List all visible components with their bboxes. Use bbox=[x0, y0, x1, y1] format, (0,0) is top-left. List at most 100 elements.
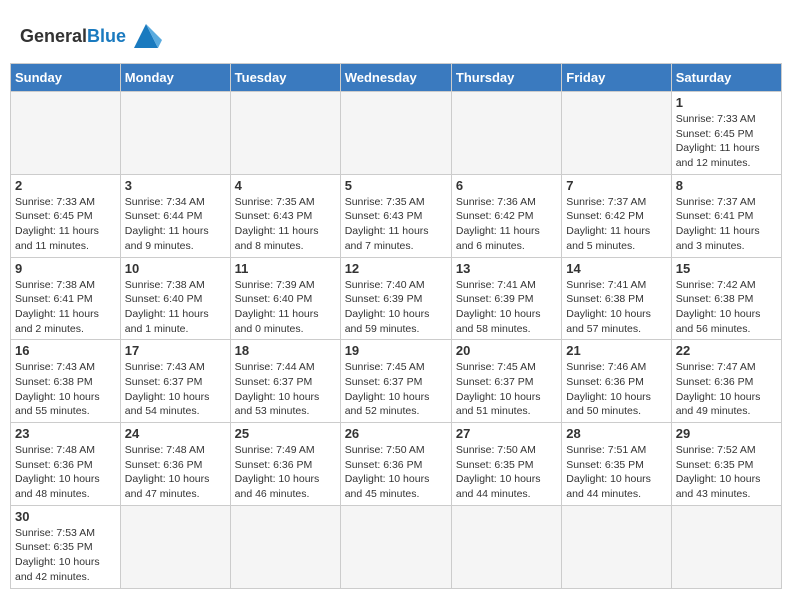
calendar-week-row: 9Sunrise: 7:38 AM Sunset: 6:41 PM Daylig… bbox=[11, 257, 782, 340]
calendar-day-cell: 29 Sunrise: 7:52 AM Sunset: 6:35 PM Dayli… bbox=[671, 423, 781, 506]
day-number: 28 bbox=[566, 426, 666, 441]
day-number: 6 bbox=[456, 178, 557, 193]
day-info: Sunrise: 7:52 AM Sunset: 6:35 PM Dayligh… bbox=[676, 443, 777, 502]
day-number: 23 bbox=[15, 426, 116, 441]
day-number: 10 bbox=[125, 261, 226, 276]
day-number: 4 bbox=[235, 178, 336, 193]
day-info: Sunrise: 7:53 AM Sunset: 6:35 PM Dayligh… bbox=[15, 526, 116, 585]
calendar-day-cell: 21 Sunrise: 7:46 AM Sunset: 6:36 PM Dayli… bbox=[562, 340, 671, 423]
day-info: Sunrise: 7:33 AM Sunset: 6:45 PM Dayligh… bbox=[676, 112, 777, 171]
calendar-day-cell: 20Sunrise: 7:45 AM Sunset: 6:37 PM Dayli… bbox=[451, 340, 561, 423]
weekday-header-friday: Friday bbox=[562, 64, 671, 92]
day-number: 7 bbox=[566, 178, 666, 193]
calendar-day-cell bbox=[120, 92, 230, 175]
day-number: 20 bbox=[456, 343, 557, 358]
calendar-day-cell: 1 Sunrise: 7:33 AM Sunset: 6:45 PM Daylig… bbox=[671, 92, 781, 175]
day-info: Sunrise: 7:47 AM Sunset: 6:36 PM Dayligh… bbox=[676, 360, 777, 419]
calendar-day-cell bbox=[451, 505, 561, 588]
day-info: Sunrise: 7:39 AM Sunset: 6:40 PM Dayligh… bbox=[235, 278, 336, 337]
day-number: 25 bbox=[235, 426, 336, 441]
day-info: Sunrise: 7:50 AM Sunset: 6:35 PM Dayligh… bbox=[456, 443, 557, 502]
logo-blue: Blue bbox=[87, 26, 126, 46]
calendar-day-cell: 24 Sunrise: 7:48 AM Sunset: 6:36 PM Dayli… bbox=[120, 423, 230, 506]
day-info: Sunrise: 7:46 AM Sunset: 6:36 PM Dayligh… bbox=[566, 360, 666, 419]
calendar-day-cell: 19 Sunrise: 7:45 AM Sunset: 6:37 PM Dayli… bbox=[340, 340, 451, 423]
calendar-day-cell: 12 Sunrise: 7:40 AM Sunset: 6:39 PM Dayli… bbox=[340, 257, 451, 340]
day-number: 29 bbox=[676, 426, 777, 441]
day-info: Sunrise: 7:51 AM Sunset: 6:35 PM Dayligh… bbox=[566, 443, 666, 502]
day-number: 12 bbox=[345, 261, 447, 276]
day-info: Sunrise: 7:50 AM Sunset: 6:36 PM Dayligh… bbox=[345, 443, 447, 502]
day-number: 5 bbox=[345, 178, 447, 193]
day-number: 19 bbox=[345, 343, 447, 358]
calendar-day-cell bbox=[11, 92, 121, 175]
weekday-header-sunday: Sunday bbox=[11, 64, 121, 92]
day-number: 16 bbox=[15, 343, 116, 358]
weekday-header-row: SundayMondayTuesdayWednesdayThursdayFrid… bbox=[11, 64, 782, 92]
day-info: Sunrise: 7:48 AM Sunset: 6:36 PM Dayligh… bbox=[15, 443, 116, 502]
weekday-header-wednesday: Wednesday bbox=[340, 64, 451, 92]
calendar-week-row: 2 Sunrise: 7:33 AM Sunset: 6:45 PM Daylig… bbox=[11, 174, 782, 257]
day-number: 21 bbox=[566, 343, 666, 358]
calendar-week-row: 23 Sunrise: 7:48 AM Sunset: 6:36 PM Dayli… bbox=[11, 423, 782, 506]
day-info: Sunrise: 7:35 AM Sunset: 6:43 PM Dayligh… bbox=[235, 195, 336, 254]
day-number: 27 bbox=[456, 426, 557, 441]
calendar-day-cell: 5 Sunrise: 7:35 AM Sunset: 6:43 PM Daylig… bbox=[340, 174, 451, 257]
calendar-day-cell bbox=[562, 505, 671, 588]
day-number: 8 bbox=[676, 178, 777, 193]
day-info: Sunrise: 7:33 AM Sunset: 6:45 PM Dayligh… bbox=[15, 195, 116, 254]
weekday-header-saturday: Saturday bbox=[671, 64, 781, 92]
day-info: Sunrise: 7:49 AM Sunset: 6:36 PM Dayligh… bbox=[235, 443, 336, 502]
day-info: Sunrise: 7:45 AM Sunset: 6:37 PM Dayligh… bbox=[345, 360, 447, 419]
calendar-day-cell bbox=[340, 92, 451, 175]
calendar-day-cell: 10Sunrise: 7:38 AM Sunset: 6:40 PM Dayli… bbox=[120, 257, 230, 340]
day-info: Sunrise: 7:38 AM Sunset: 6:41 PM Dayligh… bbox=[15, 278, 116, 337]
day-info: Sunrise: 7:43 AM Sunset: 6:37 PM Dayligh… bbox=[125, 360, 226, 419]
calendar-day-cell bbox=[230, 92, 340, 175]
calendar-day-cell bbox=[230, 505, 340, 588]
day-number: 15 bbox=[676, 261, 777, 276]
calendar-day-cell: 13Sunrise: 7:41 AM Sunset: 6:39 PM Dayli… bbox=[451, 257, 561, 340]
calendar-day-cell: 18Sunrise: 7:44 AM Sunset: 6:37 PM Dayli… bbox=[230, 340, 340, 423]
calendar-week-row: 16 Sunrise: 7:43 AM Sunset: 6:38 PM Dayli… bbox=[11, 340, 782, 423]
calendar-day-cell: 2 Sunrise: 7:33 AM Sunset: 6:45 PM Daylig… bbox=[11, 174, 121, 257]
day-info: Sunrise: 7:35 AM Sunset: 6:43 PM Dayligh… bbox=[345, 195, 447, 254]
day-number: 24 bbox=[125, 426, 226, 441]
day-number: 3 bbox=[125, 178, 226, 193]
day-number: 13 bbox=[456, 261, 557, 276]
day-number: 18 bbox=[235, 343, 336, 358]
weekday-header-tuesday: Tuesday bbox=[230, 64, 340, 92]
calendar-day-cell: 4 Sunrise: 7:35 AM Sunset: 6:43 PM Daylig… bbox=[230, 174, 340, 257]
day-number: 17 bbox=[125, 343, 226, 358]
calendar-day-cell: 25 Sunrise: 7:49 AM Sunset: 6:36 PM Dayli… bbox=[230, 423, 340, 506]
day-number: 2 bbox=[15, 178, 116, 193]
page-header: GeneralBlue bbox=[10, 10, 782, 57]
day-info: Sunrise: 7:40 AM Sunset: 6:39 PM Dayligh… bbox=[345, 278, 447, 337]
day-number: 14 bbox=[566, 261, 666, 276]
calendar-day-cell bbox=[562, 92, 671, 175]
calendar-day-cell: 17 Sunrise: 7:43 AM Sunset: 6:37 PM Dayli… bbox=[120, 340, 230, 423]
weekday-header-monday: Monday bbox=[120, 64, 230, 92]
calendar-day-cell bbox=[671, 505, 781, 588]
day-info: Sunrise: 7:43 AM Sunset: 6:38 PM Dayligh… bbox=[15, 360, 116, 419]
logo: GeneralBlue bbox=[20, 20, 162, 52]
day-number: 30 bbox=[15, 509, 116, 524]
calendar-day-cell: 8 Sunrise: 7:37 AM Sunset: 6:41 PM Daylig… bbox=[671, 174, 781, 257]
logo-icon bbox=[130, 20, 162, 52]
calendar-week-row: 30 Sunrise: 7:53 AM Sunset: 6:35 PM Dayli… bbox=[11, 505, 782, 588]
calendar-day-cell: 6 Sunrise: 7:36 AM Sunset: 6:42 PM Daylig… bbox=[451, 174, 561, 257]
calendar-day-cell: 7Sunrise: 7:37 AM Sunset: 6:42 PM Daylig… bbox=[562, 174, 671, 257]
day-number: 1 bbox=[676, 95, 777, 110]
calendar-week-row: 1 Sunrise: 7:33 AM Sunset: 6:45 PM Daylig… bbox=[11, 92, 782, 175]
day-info: Sunrise: 7:37 AM Sunset: 6:41 PM Dayligh… bbox=[676, 195, 777, 254]
calendar-day-cell: 11 Sunrise: 7:39 AM Sunset: 6:40 PM Dayli… bbox=[230, 257, 340, 340]
calendar-day-cell: 22 Sunrise: 7:47 AM Sunset: 6:36 PM Dayli… bbox=[671, 340, 781, 423]
calendar-day-cell: 26Sunrise: 7:50 AM Sunset: 6:36 PM Dayli… bbox=[340, 423, 451, 506]
day-number: 22 bbox=[676, 343, 777, 358]
calendar-day-cell: 14Sunrise: 7:41 AM Sunset: 6:38 PM Dayli… bbox=[562, 257, 671, 340]
day-info: Sunrise: 7:48 AM Sunset: 6:36 PM Dayligh… bbox=[125, 443, 226, 502]
calendar-day-cell: 23 Sunrise: 7:48 AM Sunset: 6:36 PM Dayli… bbox=[11, 423, 121, 506]
day-number: 11 bbox=[235, 261, 336, 276]
calendar-day-cell bbox=[120, 505, 230, 588]
day-info: Sunrise: 7:36 AM Sunset: 6:42 PM Dayligh… bbox=[456, 195, 557, 254]
